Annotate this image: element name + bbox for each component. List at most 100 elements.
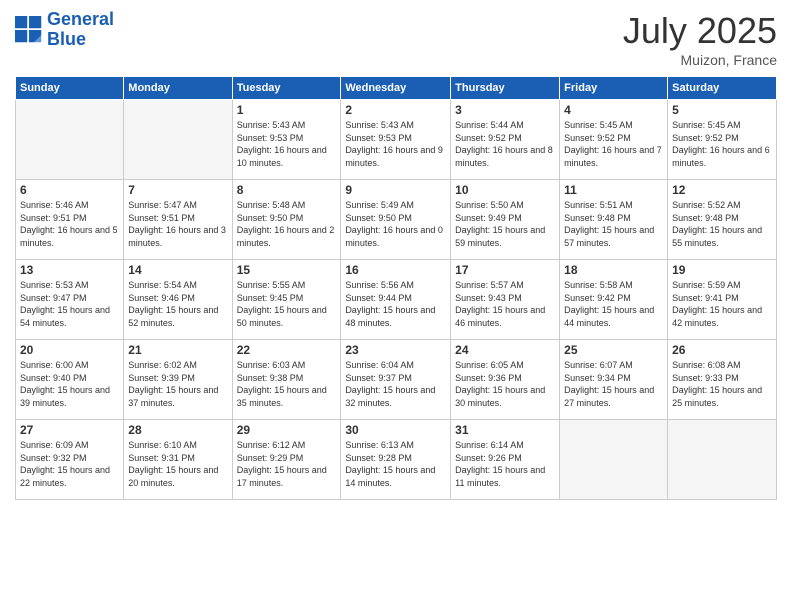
logo-blue: Blue xyxy=(47,29,86,49)
day-info: Sunrise: 6:08 AMSunset: 9:33 PMDaylight:… xyxy=(672,359,772,409)
logo-general: General xyxy=(47,9,114,29)
calendar-cell: 13 Sunrise: 5:53 AMSunset: 9:47 PMDayligh… xyxy=(16,260,124,340)
calendar-body: 1 Sunrise: 5:43 AMSunset: 9:53 PMDaylight… xyxy=(16,100,777,500)
calendar-cell: 25 Sunrise: 6:07 AMSunset: 9:34 PMDayligh… xyxy=(560,340,668,420)
col-saturday: Saturday xyxy=(668,77,777,100)
day-number: 19 xyxy=(672,263,772,277)
calendar-cell: 22 Sunrise: 6:03 AMSunset: 9:38 PMDayligh… xyxy=(232,340,341,420)
day-info: Sunrise: 5:49 AMSunset: 9:50 PMDaylight:… xyxy=(345,199,446,249)
day-number: 22 xyxy=(237,343,337,357)
calendar-cell xyxy=(560,420,668,500)
day-number: 29 xyxy=(237,423,337,437)
calendar-cell: 7Sunrise: 5:47 AMSunset: 9:51 PMDaylight… xyxy=(124,180,232,260)
day-info: Sunrise: 5:45 AMSunset: 9:52 PMDaylight:… xyxy=(564,119,663,169)
month-year: July 2025 xyxy=(623,10,777,52)
header: General Blue July 2025 Muizon, France xyxy=(15,10,777,68)
calendar-cell: 30Sunrise: 6:13 AMSunset: 9:28 PMDayligh… xyxy=(341,420,451,500)
calendar-cell: 29 Sunrise: 6:12 AMSunset: 9:29 PMDayligh… xyxy=(232,420,341,500)
page: General Blue July 2025 Muizon, France Su… xyxy=(0,0,792,612)
calendar-week-2: 6 Sunrise: 5:46 AMSunset: 9:51 PMDaylight… xyxy=(16,180,777,260)
day-number: 8 xyxy=(237,183,337,197)
day-info: Sunrise: 5:51 AMSunset: 9:48 PMDaylight:… xyxy=(564,199,663,249)
day-number: 21 xyxy=(128,343,227,357)
calendar-cell xyxy=(668,420,777,500)
day-info: Sunrise: 6:09 AMSunset: 9:32 PMDaylight:… xyxy=(20,439,119,489)
day-info: Sunrise: 6:02 AMSunset: 9:39 PMDaylight:… xyxy=(128,359,227,409)
day-info: Sunrise: 5:45 AMSunset: 9:52 PMDaylight:… xyxy=(672,119,772,169)
calendar-cell: 20Sunrise: 6:00 AMSunset: 9:40 PMDayligh… xyxy=(16,340,124,420)
calendar-cell: 21 Sunrise: 6:02 AMSunset: 9:39 PMDayligh… xyxy=(124,340,232,420)
calendar-cell: 5 Sunrise: 5:45 AMSunset: 9:52 PMDaylight… xyxy=(668,100,777,180)
day-number: 7 xyxy=(128,183,227,197)
day-number: 14 xyxy=(128,263,227,277)
day-number: 31 xyxy=(455,423,555,437)
calendar-cell: 19 Sunrise: 5:59 AMSunset: 9:41 PMDayligh… xyxy=(668,260,777,340)
col-monday: Monday xyxy=(124,77,232,100)
calendar-cell: 23 Sunrise: 6:04 AMSunset: 9:37 PMDayligh… xyxy=(341,340,451,420)
calendar-cell: 4 Sunrise: 5:45 AMSunset: 9:52 PMDaylight… xyxy=(560,100,668,180)
day-number: 6 xyxy=(20,183,119,197)
calendar-cell: 12Sunrise: 5:52 AMSunset: 9:48 PMDayligh… xyxy=(668,180,777,260)
day-info: Sunrise: 5:56 AMSunset: 9:44 PMDaylight:… xyxy=(345,279,446,329)
calendar-cell: 6 Sunrise: 5:46 AMSunset: 9:51 PMDaylight… xyxy=(16,180,124,260)
day-info: Sunrise: 5:43 AMSunset: 9:53 PMDaylight:… xyxy=(237,119,337,169)
day-number: 24 xyxy=(455,343,555,357)
day-number: 20 xyxy=(20,343,119,357)
day-number: 17 xyxy=(455,263,555,277)
calendar-cell: 16 Sunrise: 5:56 AMSunset: 9:44 PMDayligh… xyxy=(341,260,451,340)
calendar-cell: 18Sunrise: 5:58 AMSunset: 9:42 PMDayligh… xyxy=(560,260,668,340)
calendar-cell: 15Sunrise: 5:55 AMSunset: 9:45 PMDayligh… xyxy=(232,260,341,340)
day-info: Sunrise: 5:43 AMSunset: 9:53 PMDaylight:… xyxy=(345,119,446,169)
day-info: Sunrise: 5:50 AMSunset: 9:49 PMDaylight:… xyxy=(455,199,555,249)
calendar-cell: 8 Sunrise: 5:48 AMSunset: 9:50 PMDaylight… xyxy=(232,180,341,260)
day-number: 23 xyxy=(345,343,446,357)
day-info: Sunrise: 5:52 AMSunset: 9:48 PMDaylight:… xyxy=(672,199,772,249)
calendar-cell: 28Sunrise: 6:10 AMSunset: 9:31 PMDayligh… xyxy=(124,420,232,500)
day-number: 5 xyxy=(672,103,772,117)
day-info: Sunrise: 5:59 AMSunset: 9:41 PMDaylight:… xyxy=(672,279,772,329)
calendar-cell: 17Sunrise: 5:57 AMSunset: 9:43 PMDayligh… xyxy=(451,260,560,340)
day-info: Sunrise: 5:58 AMSunset: 9:42 PMDaylight:… xyxy=(564,279,663,329)
logo-icon xyxy=(15,16,43,44)
day-info: Sunrise: 6:13 AMSunset: 9:28 PMDaylight:… xyxy=(345,439,446,489)
calendar-cell: 1 Sunrise: 5:43 AMSunset: 9:53 PMDaylight… xyxy=(232,100,341,180)
day-info: Sunrise: 5:48 AMSunset: 9:50 PMDaylight:… xyxy=(237,199,337,249)
day-number: 25 xyxy=(564,343,663,357)
day-info: Sunrise: 6:12 AMSunset: 9:29 PMDaylight:… xyxy=(237,439,337,489)
calendar-cell: 26 Sunrise: 6:08 AMSunset: 9:33 PMDayligh… xyxy=(668,340,777,420)
day-info: Sunrise: 5:55 AMSunset: 9:45 PMDaylight:… xyxy=(237,279,337,329)
calendar-cell: 14Sunrise: 5:54 AMSunset: 9:46 PMDayligh… xyxy=(124,260,232,340)
day-number: 26 xyxy=(672,343,772,357)
day-number: 11 xyxy=(564,183,663,197)
day-info: Sunrise: 6:05 AMSunset: 9:36 PMDaylight:… xyxy=(455,359,555,409)
day-number: 3 xyxy=(455,103,555,117)
day-number: 28 xyxy=(128,423,227,437)
location: Muizon, France xyxy=(623,52,777,68)
day-number: 13 xyxy=(20,263,119,277)
day-number: 9 xyxy=(345,183,446,197)
col-wednesday: Wednesday xyxy=(341,77,451,100)
calendar-cell: 11 Sunrise: 5:51 AMSunset: 9:48 PMDayligh… xyxy=(560,180,668,260)
header-row: Sunday Monday Tuesday Wednesday Thursday… xyxy=(16,77,777,100)
col-thursday: Thursday xyxy=(451,77,560,100)
day-number: 10 xyxy=(455,183,555,197)
day-number: 16 xyxy=(345,263,446,277)
day-info: Sunrise: 6:03 AMSunset: 9:38 PMDaylight:… xyxy=(237,359,337,409)
calendar: Sunday Monday Tuesday Wednesday Thursday… xyxy=(15,76,777,500)
calendar-cell xyxy=(124,100,232,180)
calendar-cell xyxy=(16,100,124,180)
day-number: 1 xyxy=(237,103,337,117)
day-info: Sunrise: 6:04 AMSunset: 9:37 PMDaylight:… xyxy=(345,359,446,409)
day-info: Sunrise: 5:53 AMSunset: 9:47 PMDaylight:… xyxy=(20,279,119,329)
day-number: 2 xyxy=(345,103,446,117)
col-friday: Friday xyxy=(560,77,668,100)
calendar-week-3: 13 Sunrise: 5:53 AMSunset: 9:47 PMDayligh… xyxy=(16,260,777,340)
title-block: July 2025 Muizon, France xyxy=(623,10,777,68)
day-number: 4 xyxy=(564,103,663,117)
calendar-week-1: 1 Sunrise: 5:43 AMSunset: 9:53 PMDaylight… xyxy=(16,100,777,180)
day-info: Sunrise: 6:07 AMSunset: 9:34 PMDaylight:… xyxy=(564,359,663,409)
calendar-cell: 3Sunrise: 5:44 AMSunset: 9:52 PMDaylight… xyxy=(451,100,560,180)
calendar-week-4: 20Sunrise: 6:00 AMSunset: 9:40 PMDayligh… xyxy=(16,340,777,420)
day-info: Sunrise: 5:46 AMSunset: 9:51 PMDaylight:… xyxy=(20,199,119,249)
col-tuesday: Tuesday xyxy=(232,77,341,100)
